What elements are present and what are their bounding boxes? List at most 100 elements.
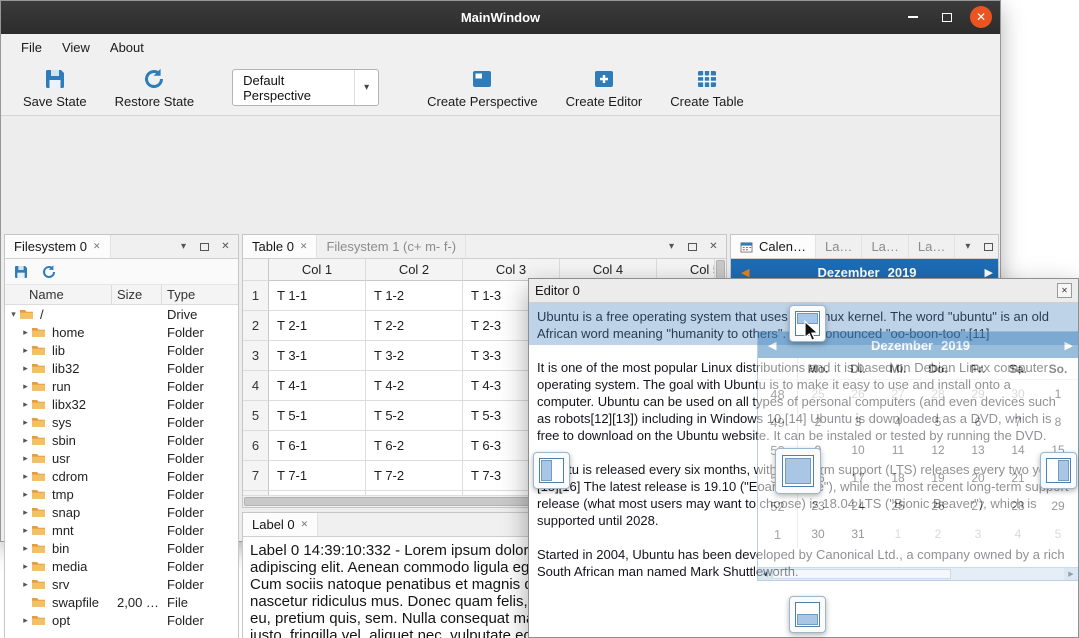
tree-row[interactable]: ▸ bin Folder (5, 539, 238, 557)
column-header[interactable]: Col 2 (366, 259, 463, 281)
minimize-button[interactable] (902, 6, 924, 28)
tree-row[interactable]: ▸ snap Folder (5, 503, 238, 521)
row-number[interactable]: 1 (243, 281, 269, 311)
table-cell[interactable]: T 2-1 (269, 311, 366, 341)
row-number[interactable]: 5 (243, 401, 269, 431)
tab-filesystem-0[interactable]: Filesystem 0 ✕ (5, 235, 111, 258)
table-cell[interactable]: T 4-2 (366, 371, 463, 401)
tree-row[interactable]: ▸ usr Folder (5, 449, 238, 467)
dock-float-icon[interactable] (982, 243, 995, 251)
expand-arrow-icon[interactable]: ▾ (8, 309, 19, 320)
dock-indicator-center[interactable] (775, 448, 821, 494)
row-number[interactable]: 2 (243, 311, 269, 341)
create-table-button[interactable]: Create Table (660, 64, 753, 112)
table-cell[interactable]: T 1-1 (269, 281, 366, 311)
editor-titlebar[interactable]: Editor 0 ✕ (529, 279, 1078, 303)
dock-menu-icon[interactable]: ▾ (961, 241, 974, 252)
tab-close-icon[interactable]: ✕ (93, 241, 101, 252)
dock-float-icon[interactable] (686, 243, 699, 251)
expand-arrow-icon[interactable]: ▸ (20, 399, 31, 410)
table-cell[interactable]: T 1-2 (366, 281, 463, 311)
table-cell[interactable]: T 3-2 (366, 341, 463, 371)
column-type[interactable]: Type (167, 287, 195, 302)
dock-menu-icon[interactable]: ▾ (177, 241, 190, 252)
column-size[interactable]: Size (117, 287, 142, 302)
dock-tab[interactable]: La… (862, 235, 908, 258)
row-number[interactable]: 3 (243, 341, 269, 371)
expand-arrow-icon[interactable]: ▸ (20, 453, 31, 464)
dock-tab[interactable]: La… (816, 235, 862, 258)
tree-row[interactable]: ▸ libx32 Folder (5, 395, 238, 413)
tree-row[interactable]: ▸ cdrom Folder (5, 467, 238, 485)
dock-tab[interactable]: La… (909, 235, 955, 258)
dock-indicator-right[interactable] (1040, 452, 1077, 489)
table-cell[interactable]: T 4-1 (269, 371, 366, 401)
row-number[interactable]: 4 (243, 371, 269, 401)
table-cell[interactable]: T 6-1 (269, 431, 366, 461)
dock-tab[interactable]: Calen… (731, 235, 816, 258)
dock-tab[interactable]: Filesystem 1 (c+ m- f-) ✕ (317, 235, 466, 258)
column-name[interactable]: Name (29, 287, 64, 302)
menu-item[interactable]: View (52, 36, 100, 59)
expand-arrow-icon[interactable]: ▸ (20, 543, 31, 554)
save-icon[interactable] (13, 264, 29, 280)
dock-close-icon[interactable]: ✕ (219, 241, 232, 252)
create-perspective-button[interactable]: Create Perspective (417, 64, 548, 112)
create-editor-button[interactable]: Create Editor (556, 64, 653, 112)
table-cell[interactable]: T 5-2 (366, 401, 463, 431)
dock-close-icon[interactable]: ✕ (707, 241, 720, 252)
dock-tab[interactable]: Table 0 ✕ (243, 235, 317, 258)
maximize-button[interactable] (936, 6, 958, 28)
expand-arrow-icon[interactable]: ▸ (20, 489, 31, 500)
expand-arrow-icon[interactable]: ▸ (20, 615, 31, 626)
table-cell[interactable]: T 7-1 (269, 461, 366, 491)
editor-close-button[interactable]: ✕ (1057, 283, 1072, 298)
expand-arrow-icon[interactable]: ▸ (20, 363, 31, 374)
expand-arrow-icon[interactable]: ▸ (20, 381, 31, 392)
row-number[interactable]: 6 (243, 431, 269, 461)
tree-row[interactable]: ▾ / Drive (5, 305, 238, 323)
tab-label-0[interactable]: Label 0 ✕ (243, 513, 318, 536)
table-cell[interactable]: T 2-2 (366, 311, 463, 341)
tree-row[interactable]: ▸ mnt Folder (5, 521, 238, 539)
expand-arrow-icon[interactable]: ▸ (20, 561, 31, 572)
table-cell[interactable]: T 3-1 (269, 341, 366, 371)
table-cell[interactable]: T 7-2 (366, 461, 463, 491)
dock-menu-icon[interactable]: ▾ (665, 241, 678, 252)
expand-arrow-icon[interactable]: ▸ (20, 435, 31, 446)
tab-close-icon[interactable]: ✕ (300, 241, 308, 252)
expand-arrow-icon[interactable]: ▸ (20, 507, 31, 518)
dock-indicator-left[interactable] (533, 452, 570, 489)
table-cell[interactable]: T 5-1 (269, 401, 366, 431)
row-number[interactable]: 7 (243, 461, 269, 491)
scrollbar-thumb[interactable] (244, 497, 529, 506)
dock-indicator-bottom[interactable] (789, 596, 826, 633)
dock-float-icon[interactable] (198, 243, 211, 251)
expand-arrow-icon[interactable]: ▸ (20, 579, 31, 590)
table-cell[interactable]: T 6-2 (366, 431, 463, 461)
tree-row[interactable]: swapfile 2,00 … File (5, 593, 238, 611)
close-button[interactable]: ✕ (970, 6, 992, 28)
tab-close-icon[interactable]: ✕ (301, 519, 309, 530)
menu-item[interactable]: About (100, 36, 154, 59)
expand-arrow-icon[interactable]: ▸ (20, 525, 31, 536)
tree-row[interactable]: ▸ lib Folder (5, 341, 238, 359)
restore-state-button[interactable]: Restore State (105, 64, 205, 112)
tree-row[interactable]: ▸ lib32 Folder (5, 359, 238, 377)
expand-arrow-icon[interactable]: ▸ (20, 417, 31, 428)
menu-item[interactable]: File (11, 36, 52, 59)
tree-row[interactable]: ▸ run Folder (5, 377, 238, 395)
tree-row[interactable]: ▸ media Folder (5, 557, 238, 575)
tree-row[interactable]: ▸ srv Folder (5, 575, 238, 593)
expand-arrow-icon[interactable]: ▸ (20, 471, 31, 482)
tree-row[interactable]: ▸ opt Folder (5, 611, 238, 629)
restore-icon[interactable] (41, 264, 57, 280)
tree-row[interactable]: ▸ tmp Folder (5, 485, 238, 503)
tree-row[interactable]: ▸ sys Folder (5, 413, 238, 431)
tree-row[interactable]: ▸ home Folder (5, 323, 238, 341)
save-state-button[interactable]: Save State (13, 64, 97, 112)
column-header[interactable]: Col 1 (269, 259, 366, 281)
titlebar[interactable]: MainWindow ✕ (1, 1, 1000, 34)
perspective-dropdown[interactable]: Default Perspective ▾ (232, 69, 379, 106)
expand-arrow-icon[interactable]: ▸ (20, 327, 31, 338)
